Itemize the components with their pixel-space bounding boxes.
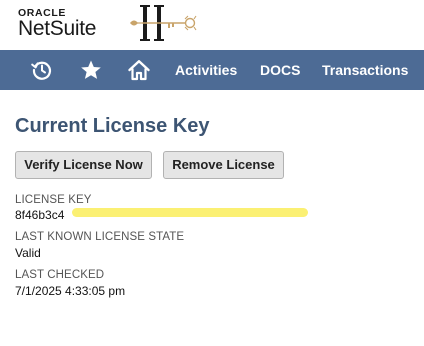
license-key-redaction	[72, 208, 308, 217]
last-checked-label: LAST CHECKED	[15, 269, 105, 281]
nav-link-activities[interactable]: Activities	[175, 50, 237, 90]
license-key-value: 8f46b3c4	[15, 208, 65, 222]
nav-link-transactions[interactable]: Transactions	[322, 50, 408, 90]
netsuite-logo[interactable]: ORACLE NetSuite	[18, 8, 128, 42]
license-state-value: Valid	[15, 246, 41, 260]
star-icon[interactable]	[79, 58, 103, 82]
main-navbar: Activities DOCS Transactions	[0, 50, 424, 90]
nav-link-docs[interactable]: DOCS	[260, 50, 300, 90]
remove-license-button[interactable]: Remove License	[163, 151, 284, 179]
recent-history-icon[interactable]	[30, 58, 54, 82]
company-crest-icon	[130, 5, 197, 41]
verify-license-button[interactable]: Verify License Now	[15, 151, 152, 179]
page-title: Current License Key	[15, 115, 210, 137]
home-icon[interactable]	[127, 58, 151, 82]
header: ORACLE NetSuite	[0, 0, 424, 50]
license-state-label: LAST KNOWN LICENSE STATE	[15, 231, 185, 243]
last-checked-value: 7/1/2025 4:33:05 pm	[15, 284, 126, 298]
license-key-label: LICENSE KEY	[15, 194, 92, 206]
logo-netsuite-text: NetSuite	[18, 17, 97, 40]
